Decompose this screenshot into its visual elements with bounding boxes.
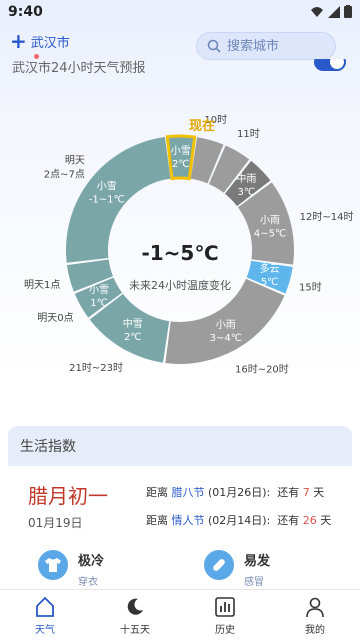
moon-icon [127, 598, 143, 615]
nav-mine-label: 我的 [305, 625, 325, 636]
segment-time-label: 16时~20时 [235, 363, 289, 375]
cold-index-title: 易发 [244, 554, 271, 569]
chart-icon [215, 597, 235, 617]
segment-weather-label: 多云 [260, 262, 280, 275]
segment-temp-label: 5℃ [261, 277, 279, 288]
festival-row: 距离 腊八节 (01月26日): 还有 7 天 [146, 484, 324, 500]
cold-index-sub: 感冒 [244, 577, 264, 588]
festival-remain-label: 还有 [277, 514, 300, 527]
festival-date: (01月26日): [208, 486, 271, 499]
bottom-navigation: 天气 十五天 历史 我的 [0, 589, 360, 640]
add-city-button[interactable]: + 武汉市 [10, 30, 70, 52]
festival-days: 7 [302, 486, 310, 499]
clothing-index-sub: 穿衣 [78, 577, 98, 588]
segment-weather-label: 中雪 [123, 317, 143, 330]
festival-prefix: 距离 [146, 514, 168, 527]
search-box[interactable] [196, 32, 336, 60]
search-input[interactable] [227, 38, 327, 54]
nav-fifteen-days-label: 十五天 [120, 625, 150, 636]
segment-weather-label: 小雪 [171, 145, 191, 157]
nav-mine[interactable]: 我的 [270, 590, 360, 640]
nav-history[interactable]: 历史 [180, 590, 270, 640]
forecast-toggle[interactable] [314, 59, 346, 71]
segment-temp-label: 4~5℃ [254, 229, 286, 240]
wifi-icon [311, 6, 323, 17]
solar-date: 01月19日 [28, 516, 83, 530]
festival-unit: 天 [313, 486, 325, 499]
status-bar: 9:40 [0, 0, 360, 24]
signal-icon [328, 5, 340, 18]
life-index-title: 生活指数 [8, 426, 352, 466]
segment-time-label: 2点~7点 [44, 168, 85, 180]
app-root: 9:40 + 武汉市 武汉市24小时天气预报 小雪 2℃ 中雨 3℃ 小雨 [0, 0, 360, 640]
city-name: 武汉市 [30, 35, 70, 51]
person-icon [306, 597, 324, 618]
nav-weather-label: 天气 [35, 625, 55, 636]
segment-weather-label: 小雪 [89, 284, 109, 296]
forecast-header: 武汉市24小时天气预报 [0, 59, 360, 79]
festival-date: (02月14日): [208, 514, 271, 527]
life-index-card: 生活指数 腊月初一 01月19日 距离 腊八节 (01月26日): 还有 7 天… [8, 426, 352, 596]
segment-temp-label: 1℃ [90, 298, 108, 309]
segment-temp-label: 3℃ [238, 187, 256, 198]
festival-row: 距离 情人节 (02月14日): 还有 26 天 [146, 512, 331, 528]
segment-time-label: 11时 [237, 128, 260, 140]
segment-temp-label: 2℃ [124, 332, 142, 343]
segment-time-label: 21时~23时 [69, 362, 123, 374]
segment-weather-label: 小雨 [260, 215, 280, 227]
clothing-index[interactable]: 极冷 穿衣 [38, 550, 104, 588]
battery-icon [344, 5, 352, 18]
tshirt-icon [38, 550, 68, 580]
segment-time-label: 明天1点 [24, 279, 60, 291]
plus-icon: + [10, 29, 27, 53]
segment-time-label: 明天 [65, 154, 85, 166]
donut-segment [165, 134, 197, 181]
search-icon [207, 39, 221, 53]
festival-name[interactable]: 情人节 [172, 514, 205, 527]
forecast-label: 武汉市24小时天气预报 [12, 61, 146, 76]
segment-weather-label: 小雨 [216, 319, 236, 331]
cold-index[interactable]: 易发 感冒 [204, 550, 270, 588]
segment-temp-label: -1~1℃ [89, 195, 125, 206]
toggle-knob [330, 59, 344, 69]
segment-time-label: 明天0点 [37, 312, 73, 324]
pill-icon [204, 550, 234, 580]
festival-unit: 天 [320, 514, 332, 527]
center-caption: 未来24小时温度变化 [129, 278, 231, 292]
clothing-index-title: 极冷 [78, 554, 105, 569]
center-temperature: -1~5℃ [141, 241, 218, 265]
segment-time-label: 12时~14时 [300, 211, 354, 223]
status-time: 9:40 [8, 4, 43, 20]
festival-days: 26 [302, 514, 317, 527]
house-icon [36, 596, 54, 617]
nav-fifteen-days[interactable]: 十五天 [90, 590, 180, 640]
festival-name[interactable]: 腊八节 [172, 486, 205, 499]
segment-weather-label: 小雪 [97, 181, 117, 193]
status-icons [310, 5, 352, 18]
segment-temp-label: 3~4℃ [210, 333, 242, 344]
now-label: 现在 [189, 118, 215, 134]
segment-weather-label: 中雨 [236, 172, 256, 185]
segment-temp-label: 2℃ [172, 159, 190, 170]
segment-time-label: 15时 [299, 281, 322, 293]
temperature-donut-chart: 小雪2℃中雨3℃小雨4~5℃多云5℃小雨3~4℃中雪2℃小雪1℃小雪-1~1℃ … [24, 114, 354, 375]
festival-prefix: 距离 [146, 486, 168, 499]
festival-remain-label: 还有 [277, 486, 300, 499]
lunar-date: 腊月初一 [28, 484, 108, 508]
nav-history-label: 历史 [215, 625, 235, 636]
nav-weather[interactable]: 天气 [0, 590, 90, 640]
